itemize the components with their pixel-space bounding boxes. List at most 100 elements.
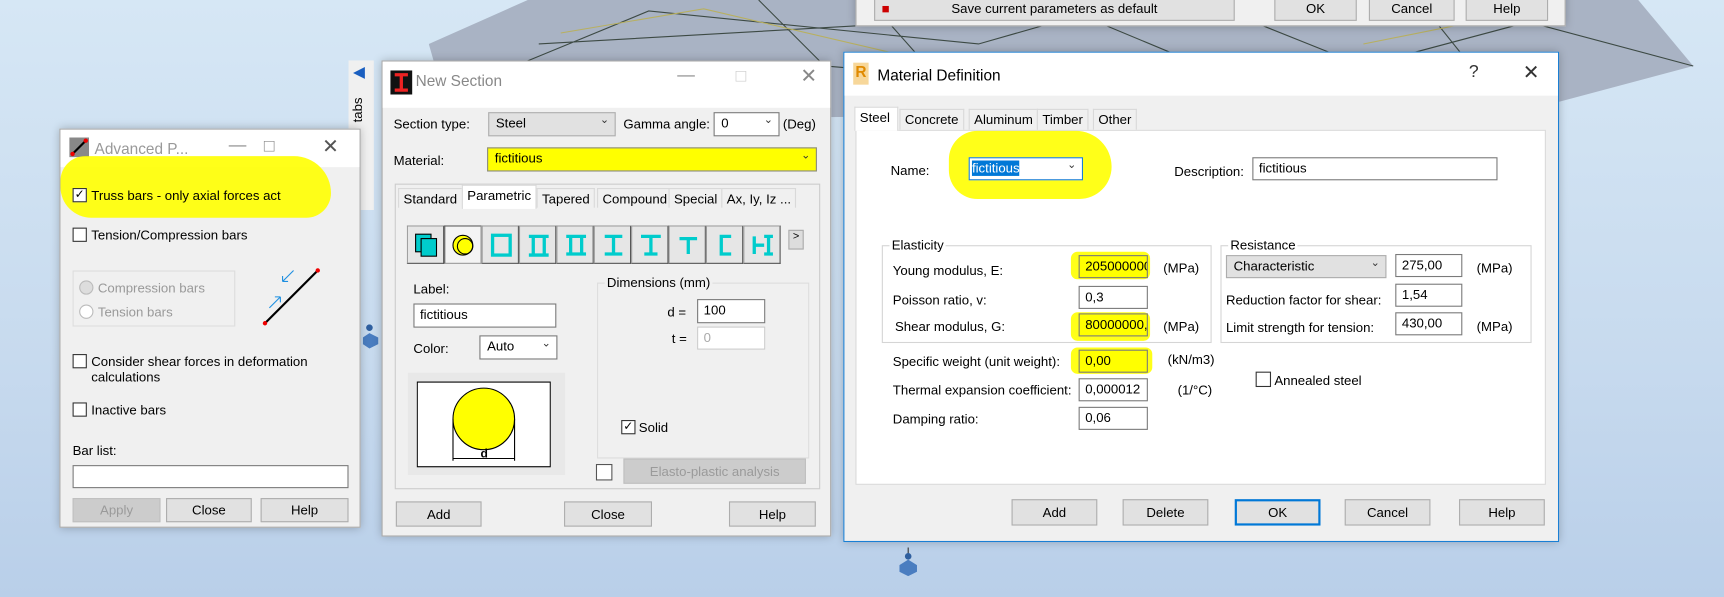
help-button[interactable]: Help (260, 498, 349, 523)
support-node-icon (899, 547, 917, 577)
section-preview: d (407, 372, 566, 475)
elasto-plastic-checkbox[interactable] (595, 463, 613, 481)
shape-circle-button[interactable] (444, 225, 482, 264)
shape-double-tee-button[interactable] (518, 225, 557, 264)
minimize-button[interactable]: — (677, 66, 695, 86)
resistance-type-value: Characteristic (1233, 258, 1315, 274)
close-button[interactable]: ✕ (1523, 62, 1540, 85)
shape-compound-button[interactable] (743, 225, 781, 264)
shape-tee-button[interactable] (668, 225, 706, 264)
annealed-steel-checkbox[interactable] (1255, 371, 1272, 388)
compression-radio[interactable] (79, 280, 94, 295)
name-select[interactable]: fictitious ⌄ (968, 157, 1084, 181)
tab-standard[interactable]: Standard (398, 188, 463, 209)
section-type-select[interactable]: Steel ⌄ (488, 112, 616, 137)
resistance-type-select[interactable]: Characteristic ⌄ (1225, 255, 1387, 279)
tab-concrete[interactable]: Concrete (899, 108, 964, 130)
weight-label: Specific weight (unit weight): (892, 354, 1061, 370)
shape-i-button[interactable] (593, 225, 632, 264)
d-input[interactable]: 100 (697, 299, 766, 324)
tab-tapered[interactable]: Tapered (536, 188, 596, 209)
close-button[interactable]: Close (564, 501, 653, 527)
cancel-button[interactable]: Cancel (1344, 499, 1431, 526)
ok-button[interactable]: OK (1274, 0, 1357, 21)
advanced-icon (69, 137, 90, 158)
limit-label: Limit strength for tension: (1225, 319, 1375, 336)
thermal-label: Thermal expansion coefficient: (892, 382, 1072, 399)
shape-box-girder-button[interactable] (556, 225, 594, 264)
tab-steel[interactable]: Steel (854, 106, 899, 131)
cancel-button[interactable]: Cancel (1368, 0, 1455, 21)
tab-compound[interactable]: Compound (597, 188, 673, 209)
maximize-button[interactable]: □ (264, 137, 275, 157)
section-type-label: Section type: (393, 116, 470, 132)
description-label: Description: (1174, 163, 1244, 180)
label-label: Label: (413, 281, 450, 297)
solid-checkbox[interactable]: ✓ (621, 420, 636, 435)
arrow-left-icon[interactable]: ◀ (353, 63, 365, 82)
resistance-input[interactable]: 275,00 (1395, 253, 1463, 278)
tab-timber[interactable]: Timber (1036, 108, 1089, 130)
bar-list-input[interactable] (72, 465, 349, 489)
compression-label: Compression bars (97, 280, 205, 296)
minimize-button[interactable]: — (229, 136, 247, 156)
material-select[interactable]: fictitious ⌄ (487, 147, 817, 172)
compression-bar-icon (262, 268, 320, 326)
inactive-bars-checkbox[interactable] (72, 402, 87, 417)
apply-button[interactable]: Apply (72, 498, 161, 523)
limit-input[interactable]: 430,00 (1395, 312, 1463, 336)
delete-button[interactable]: Delete (1122, 499, 1209, 526)
weight-input[interactable]: 0,00 (1078, 349, 1148, 373)
help-title-button[interactable]: ? (1469, 63, 1479, 83)
label-input[interactable]: fictitious (413, 303, 557, 328)
maximize-button[interactable]: □ (736, 67, 747, 87)
thermal-input[interactable]: 0,000012 (1078, 378, 1148, 402)
reduction-input[interactable]: 1,54 (1395, 283, 1463, 307)
tension-compression-checkbox[interactable] (72, 227, 87, 242)
inactive-bars-label: Inactive bars (91, 402, 167, 418)
close-button[interactable]: Close (166, 498, 252, 523)
dimensions-group: Dimensions (mm) d = 100 t = 0 ✓ Solid (597, 274, 810, 459)
description-input[interactable]: fictitious (1252, 157, 1498, 181)
shear-input[interactable]: 80000000, (1078, 313, 1148, 337)
close-button[interactable]: ✕ (800, 65, 817, 88)
save-default-button[interactable]: ■ Save current parameters as default (874, 0, 1235, 21)
t-input[interactable]: 0 (697, 326, 766, 350)
tab-aluminum[interactable]: Aluminum (968, 108, 1039, 130)
box-girder-icon (566, 234, 587, 256)
title-bar[interactable]: R Material Definition ? ✕ (844, 52, 1558, 96)
elasto-plastic-button[interactable]: Elasto-plastic analysis (623, 458, 806, 484)
chevron-down-icon: ⌄ (763, 114, 773, 127)
poisson-label: Poisson ratio, v: (892, 292, 987, 308)
ok-button[interactable]: OK (1234, 499, 1321, 526)
side-tab-label[interactable]: tabs (350, 97, 365, 122)
damping-input[interactable]: 0,06 (1078, 406, 1148, 430)
shape-i-asym-button[interactable] (631, 225, 669, 264)
close-button[interactable]: ✕ (322, 135, 339, 158)
help-button[interactable]: Help (1465, 0, 1549, 21)
help-button[interactable]: Help (1459, 499, 1545, 526)
gamma-angle-select[interactable]: 0 ⌄ (713, 112, 780, 137)
shape-box-section-button[interactable] (406, 225, 445, 264)
tee-shape-icon (679, 236, 698, 254)
scroll-right-button[interactable]: > (788, 229, 804, 250)
tension-label: Tension bars (97, 304, 173, 320)
poisson-input[interactable]: 0,3 (1078, 285, 1148, 309)
robot-app-icon: R (853, 62, 869, 85)
title-bar[interactable]: New Section — □ ✕ (382, 61, 831, 108)
add-button[interactable]: Add (1011, 499, 1098, 526)
shape-channel-button[interactable] (705, 225, 744, 264)
help-button[interactable]: Help (728, 501, 816, 527)
shear-forces-checkbox[interactable] (72, 354, 87, 369)
tab-parametric[interactable]: Parametric (461, 184, 537, 209)
color-select[interactable]: Auto ⌄ (479, 335, 558, 360)
add-button[interactable]: Add (395, 501, 482, 527)
tension-radio[interactable] (79, 304, 94, 319)
tab-special[interactable]: Special (668, 188, 723, 209)
young-input[interactable]: 205000000 (1078, 255, 1148, 279)
truss-bars-label: Truss bars - only axial forces act (91, 188, 281, 204)
truss-bars-checkbox[interactable]: ✓ (72, 188, 87, 203)
tab-ax-iy-iz[interactable]: Ax, Iy, Iz ... (721, 188, 797, 209)
tab-other[interactable]: Other (1092, 108, 1137, 130)
shape-rectangle-button[interactable] (481, 225, 519, 264)
